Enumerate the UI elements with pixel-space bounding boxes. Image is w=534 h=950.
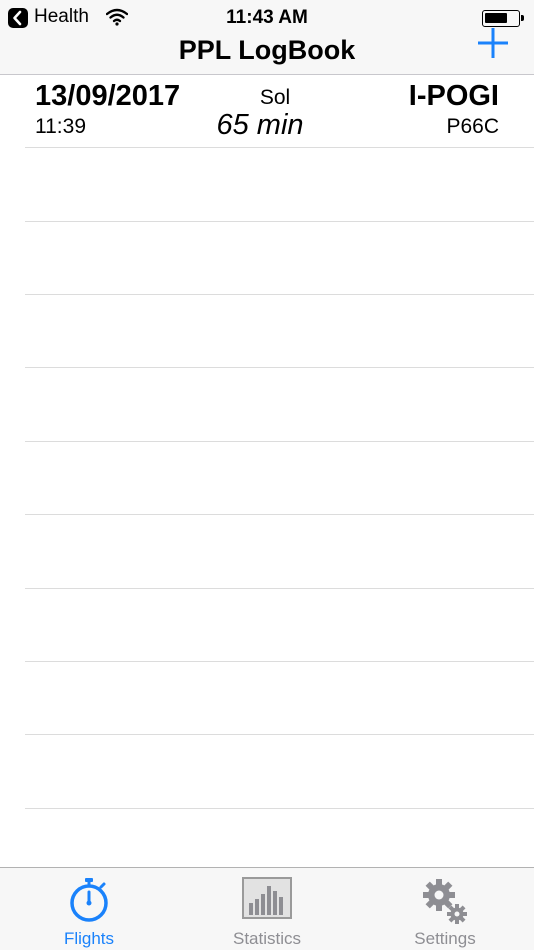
row-separator <box>25 514 534 515</box>
row-separator <box>25 221 534 222</box>
tab-statistics[interactable]: Statistics <box>178 868 356 950</box>
tab-flights[interactable]: Flights <box>0 868 178 950</box>
row-separator <box>25 367 534 368</box>
tab-settings[interactable]: Settings <box>356 868 534 950</box>
stopwatch-icon <box>70 878 108 922</box>
row-separator <box>25 294 534 295</box>
row-separator <box>25 588 534 589</box>
flight-registration: I-POGI <box>408 80 499 112</box>
flight-time: 11:39 <box>35 115 86 138</box>
status-time: 11:43 AM <box>226 7 308 28</box>
row-separator <box>25 734 534 735</box>
row-separator <box>25 441 534 442</box>
tab-label: Flights <box>63 929 115 948</box>
flight-row[interactable]: 13/09/2017 11:39 Sol 65 min I-POGI P66C <box>25 75 534 148</box>
flight-list: 13/09/2017 11:39 Sol 65 min I-POGI P66C <box>0 75 534 867</box>
flight-aircraft-type: P66C <box>446 115 499 138</box>
add-flight-button[interactable] <box>474 24 512 62</box>
row-separator <box>25 808 534 809</box>
plus-icon <box>478 28 508 58</box>
flight-type: Sol <box>259 86 291 109</box>
flight-duration: 65 min <box>216 109 304 141</box>
bar-chart-icon <box>242 877 292 919</box>
tab-label: Statistics <box>232 929 302 948</box>
row-separator <box>25 661 534 662</box>
navigation-bar: PPL LogBook <box>0 28 534 75</box>
tab-bar: Flights Statistics Settings <box>0 867 534 950</box>
tab-label: Settings <box>414 929 476 948</box>
status-bar: Health 11:43 AM <box>0 0 534 36</box>
page-title: PPL LogBook <box>178 35 356 65</box>
gears-icon <box>423 879 467 924</box>
flight-date: 13/09/2017 <box>35 80 181 112</box>
